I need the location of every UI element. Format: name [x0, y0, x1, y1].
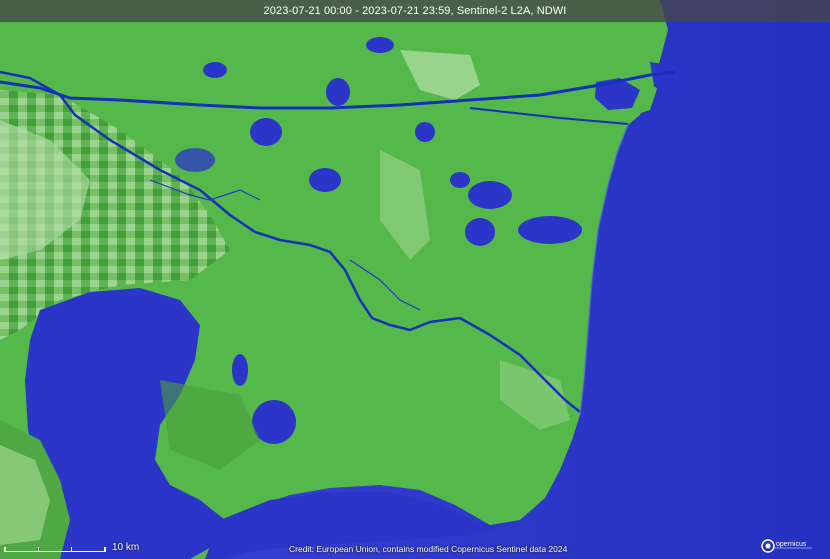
map-title-bar: 2023-07-21 00:00 - 2023-07-21 23:59, Sen…: [0, 0, 830, 22]
satellite-map[interactable]: 2023-07-21 00:00 - 2023-07-21 23:59, Sen…: [0, 0, 830, 559]
scale-bar-line: [4, 547, 106, 552]
svg-text:opernicus: opernicus: [776, 541, 807, 548]
credit-text: Credit: European Union, contains modifie…: [289, 544, 568, 554]
map-title: 2023-07-21 00:00 - 2023-07-21 23:59, Sen…: [263, 5, 567, 17]
copernicus-logo: opernicus: [760, 536, 816, 556]
ndwi-terrain-image: [0, 0, 830, 559]
scale-label: 10 km: [112, 542, 140, 553]
